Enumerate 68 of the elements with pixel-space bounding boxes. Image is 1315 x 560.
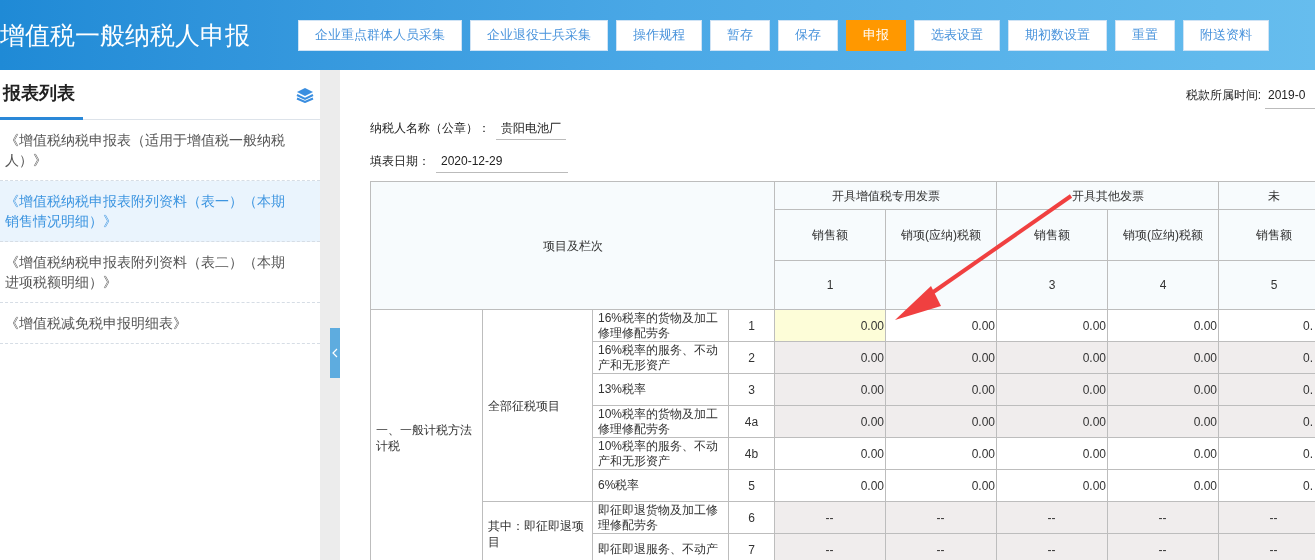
taxpayer-label: 纳税人名称（公章）： — [370, 120, 490, 137]
amount-field[interactable]: 0.00 — [774, 373, 886, 406]
column-group-header: 开具其他发票 — [996, 181, 1219, 210]
amount-field[interactable]: 0.00 — [996, 341, 1108, 374]
taxpayer-field[interactable]: 贵阳电池厂 — [496, 116, 566, 140]
row-label: 10%税率的货物及加工修理修配劳务 — [592, 405, 729, 438]
line-number: 5 — [728, 469, 775, 502]
row-label: 6%税率 — [592, 469, 729, 502]
amount-field[interactable]: 0.00 — [996, 437, 1108, 470]
column-number: 4 — [1107, 260, 1219, 310]
line-number: 4a — [728, 405, 775, 438]
group-label: 全部征税项目 — [482, 309, 593, 502]
amount-field[interactable]: 0.00 — [885, 341, 997, 374]
group-label: 其中：即征即退项目 — [482, 501, 593, 560]
row-label: 13%税率 — [592, 373, 729, 406]
amount-field[interactable]: 0.00 — [1107, 373, 1219, 406]
amount-field[interactable]: 0.00 — [774, 341, 886, 374]
amount-field[interactable]: 0.00 — [996, 469, 1108, 502]
amount-field[interactable]: 0.00 — [885, 373, 997, 406]
period-label: 税款所属时间: — [1185, 87, 1261, 104]
amount-field[interactable]: 0.00 — [1107, 469, 1219, 502]
amount-field[interactable]: 0.00 — [996, 405, 1108, 438]
amount-field[interactable]: 0.00 — [774, 437, 886, 470]
amount-field[interactable]: 0.00 — [774, 405, 886, 438]
row-label: 16%税率的货物及加工修理修配劳务 — [592, 309, 729, 342]
column-header: 项目及栏次 — [370, 181, 775, 310]
amount-field[interactable]: 0.00 — [996, 309, 1108, 342]
row-label: 即征即退货物及加工修理修配劳务 — [592, 501, 729, 534]
amount-field[interactable]: -- — [774, 501, 886, 534]
column-header: 销项(应纳)税额 — [1107, 209, 1219, 261]
section-label: 一、一般计税方法计税 — [370, 309, 483, 560]
date-field[interactable]: 2020-12-29 — [436, 149, 568, 173]
column-number: 3 — [996, 260, 1108, 310]
amount-field[interactable]: 0.00 — [1107, 405, 1219, 438]
column-header: 销售额 — [996, 209, 1108, 261]
row-label: 10%税率的服务、不动产和无形资产 — [592, 437, 729, 470]
row-label: 即征即退服务、不动产 — [592, 533, 729, 560]
amount-field[interactable]: -- — [996, 501, 1108, 534]
column-group-header: 未 — [1218, 181, 1315, 210]
amount-field[interactable]: 0.00 — [885, 437, 997, 470]
line-number: 4b — [728, 437, 775, 470]
column-number: 1 — [774, 260, 886, 310]
amount-field[interactable]: 0.00 — [774, 469, 886, 502]
column-header: 销售额 — [774, 209, 886, 261]
chevron-left-icon — [332, 348, 338, 358]
amount-field[interactable]: 0.00 — [885, 469, 997, 502]
layers-icon[interactable] — [296, 86, 314, 103]
row-label: 16%税率的服务、不动产和无形资产 — [592, 341, 729, 374]
line-number: 6 — [728, 501, 775, 534]
column-header: 销项(应纳)税额 — [885, 209, 997, 261]
amount-field[interactable]: 0.00 — [774, 309, 886, 342]
amount-field[interactable]: 0.00 — [1107, 437, 1219, 470]
line-number: 2 — [728, 341, 775, 374]
period-field[interactable]: 2019-0 — [1265, 81, 1315, 109]
amount-field[interactable]: 0.00 — [1107, 309, 1219, 342]
line-number: 3 — [728, 373, 775, 406]
column-header: 销售额 — [1218, 209, 1315, 261]
amount-field[interactable]: 0.00 — [1107, 341, 1219, 374]
amount-field[interactable]: -- — [885, 501, 997, 534]
amount-field[interactable]: 0.00 — [996, 373, 1108, 406]
collapse-toggle[interactable] — [330, 328, 340, 378]
column-number: 5 — [1218, 260, 1315, 310]
column-group-header: 开具增值税专用发票 — [774, 181, 997, 210]
date-label: 填表日期： — [370, 153, 430, 170]
line-number: 1 — [728, 309, 775, 342]
amount-field[interactable]: -- — [1107, 501, 1219, 534]
app-title: 增值税一般纳税人申报 — [0, 22, 251, 48]
amount-field[interactable]: 0.00 — [885, 405, 997, 438]
